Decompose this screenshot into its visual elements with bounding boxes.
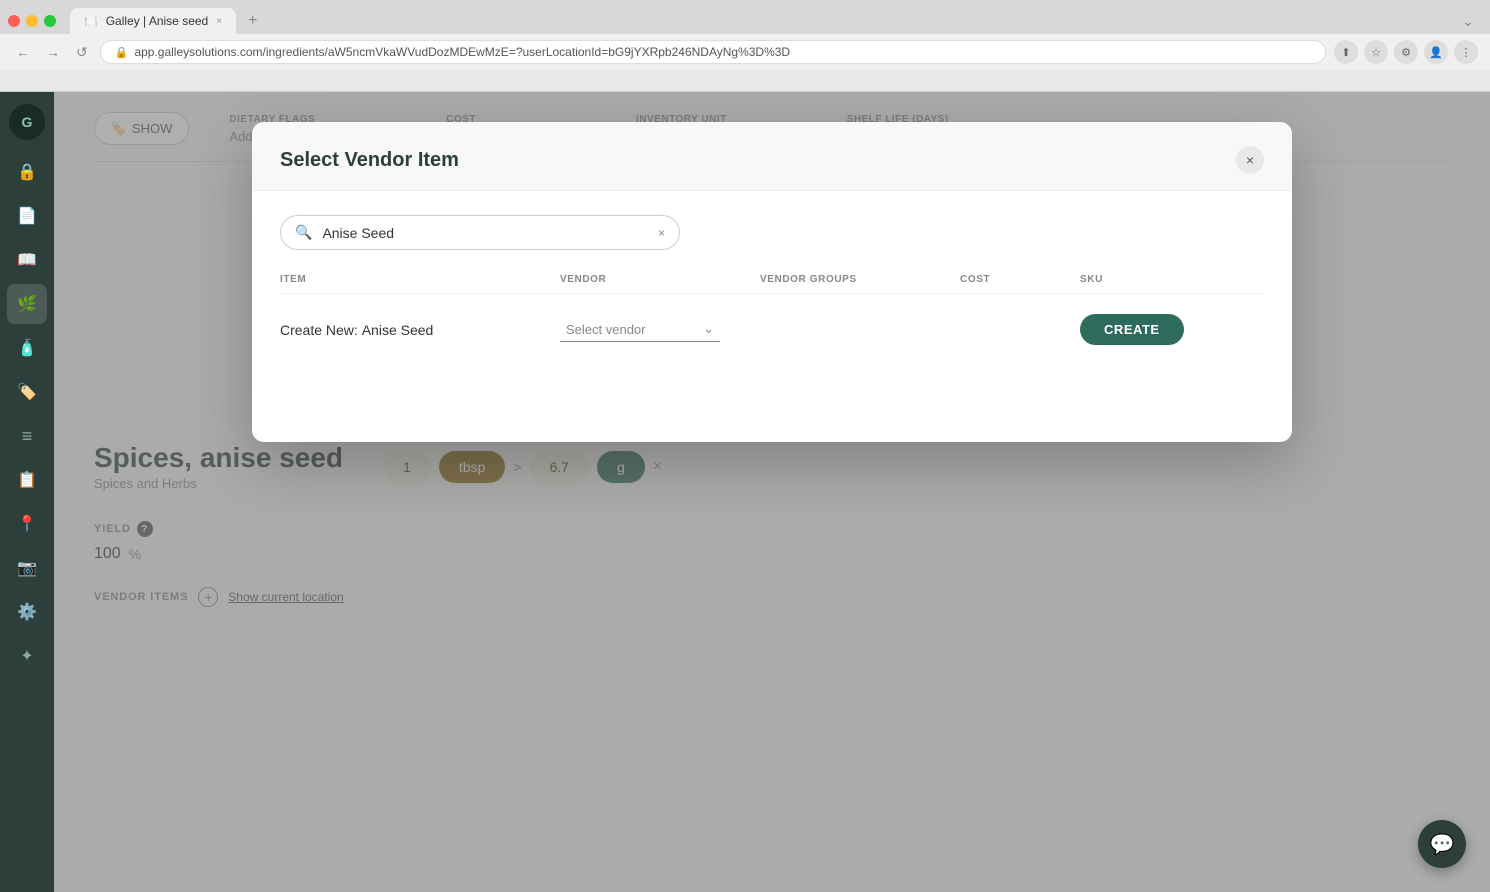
sidebar-item-camera[interactable]: 📷 [7,548,47,588]
extensions-btn[interactable]: ⚙ [1394,40,1418,64]
active-tab[interactable]: 🍽️ Galley | Anise seed × [70,8,236,34]
vendor-select-dropdown[interactable]: Select vendor ⌄ [560,317,720,342]
col-item: ITEM [280,274,560,285]
browser-chrome: 🍽️ Galley | Anise seed × + ⌄ ← → ↺ 🔒 app… [0,0,1490,92]
new-tab-btn[interactable]: + [240,8,265,34]
profile-btn[interactable]: 👤 [1424,40,1448,64]
modal-overlay: Select Vendor Item × 🔍 × ITEM VENDOR [54,92,1490,892]
traffic-light-yellow[interactable] [26,15,38,27]
col-vendor: VENDOR [560,274,760,285]
vendor-select-wrapper: Select vendor ⌄ [560,317,760,342]
modal-close-btn[interactable]: × [1236,146,1264,174]
traffic-lights [8,15,56,27]
create-btn[interactable]: CREATE [1080,314,1184,345]
tab-bar: 🍽️ Galley | Anise seed × + ⌄ [0,0,1490,34]
logo-text: G [22,114,33,130]
search-input[interactable] [322,225,648,241]
select-vendor-item-modal: Select Vendor Item × 🔍 × ITEM VENDOR [252,122,1292,442]
app-container: G 🔒 📄 📖 🌿 🧴 🏷️ ≡ 📋 📍 📷 ⚙️ ✦ 🏷️ SHOW [0,92,1490,892]
url-text: app.galleysolutions.com/ingredients/aW5n… [134,45,790,59]
create-btn-wrapper: CREATE [1080,314,1230,345]
chat-icon: 💬 [1430,832,1455,857]
bookmark-btn[interactable]: ☆ [1364,40,1388,64]
create-new-row: Create New: Anise Seed Select vendor ⌄ [280,306,1264,353]
create-new-prefix: Create New: [280,322,358,338]
browser-actions: ⬆ ☆ ⚙ 👤 ⋮ [1334,40,1478,64]
create-new-name: Anise Seed [362,322,434,338]
sidebar-item-list[interactable]: ≡ [7,416,47,456]
tab-close-btn[interactable]: × [216,16,222,27]
modal-body: 🔍 × ITEM VENDOR VENDOR GROUPS COST SKU [252,191,1292,377]
sidebar-item-ingredients[interactable]: 🌿 [7,284,47,324]
browser-chevron[interactable]: ⌄ [1462,13,1474,30]
sidebar-logo[interactable]: G [9,104,45,140]
main-content: 🏷️ SHOW DIETARY FLAGS Add Dietary Flag C… [54,92,1490,892]
sidebar-item-location[interactable]: 📍 [7,504,47,544]
forward-btn[interactable]: → [42,42,64,62]
sidebar-item-book[interactable]: 📖 [7,240,47,280]
tab-title: Galley | Anise seed [106,14,209,28]
col-sku: SKU [1080,274,1230,285]
table-header: ITEM VENDOR VENDOR GROUPS COST SKU [280,274,1264,294]
address-bar: ← → ↺ 🔒 app.galleysolutions.com/ingredie… [0,34,1490,70]
create-new-label: Create New: Anise Seed [280,322,560,338]
modal-header: Select Vendor Item × [252,122,1292,191]
search-bar: 🔍 × [280,215,680,250]
sidebar-item-pages[interactable]: 📄 [7,196,47,236]
back-btn[interactable]: ← [12,42,34,62]
menu-btn[interactable]: ⋮ [1454,40,1478,64]
lock-icon: 🔒 [115,46,129,59]
sidebar-item-recipes[interactable]: 📋 [7,460,47,500]
vendor-chevron-icon: ⌄ [703,321,714,337]
modal-title: Select Vendor Item [280,149,459,172]
sidebar-item-tags[interactable]: 🏷️ [7,372,47,412]
sidebar-item-chart[interactable]: ⚙️ [7,592,47,632]
traffic-light-red[interactable] [8,15,20,27]
sidebar-item-lock[interactable]: 🔒 [7,152,47,192]
reload-btn[interactable]: ↺ [72,42,92,63]
vendor-select-placeholder: Select vendor [566,322,646,337]
search-icon: 🔍 [295,224,312,241]
traffic-light-green[interactable] [44,15,56,27]
sidebar-item-settings[interactable]: ✦ [7,636,47,676]
url-field[interactable]: 🔒 app.galleysolutions.com/ingredients/aW… [100,40,1326,64]
sidebar-item-bottles[interactable]: 🧴 [7,328,47,368]
sidebar: G 🔒 📄 📖 🌿 🧴 🏷️ ≡ 📋 📍 📷 ⚙️ ✦ [0,92,54,892]
col-vendor-groups: VENDOR GROUPS [760,274,960,285]
tab-favicon: 🍽️ [84,15,98,28]
search-clear-btn[interactable]: × [658,226,665,240]
chat-button[interactable]: 💬 [1418,820,1466,868]
share-btn[interactable]: ⬆ [1334,40,1358,64]
col-cost: COST [960,274,1080,285]
